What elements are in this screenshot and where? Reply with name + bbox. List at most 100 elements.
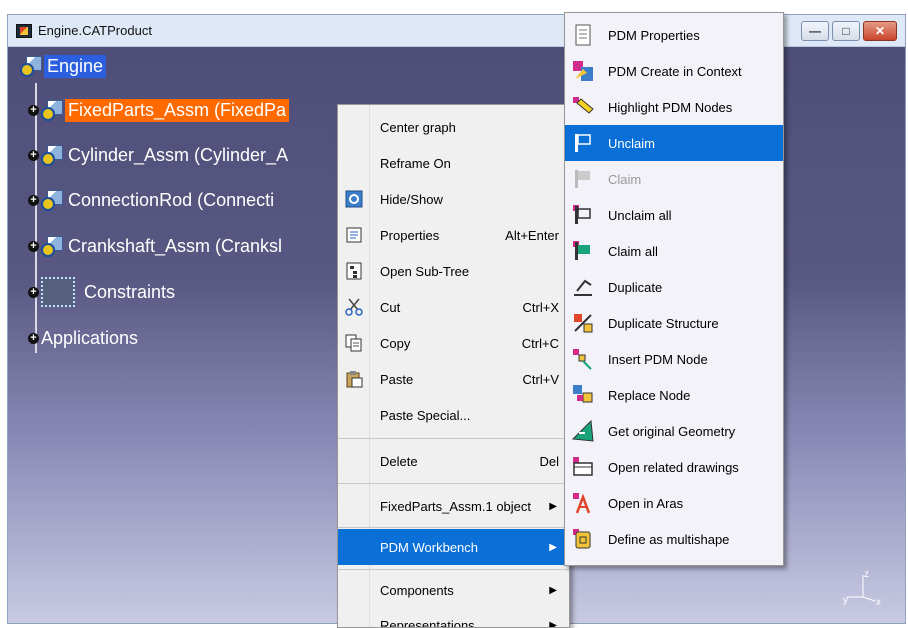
maximize-button[interactable]: □ [832,21,860,41]
tree-node-cylinder[interactable]: + Cylinder_Assm (Cylinder_A [28,142,291,168]
tree-root[interactable]: Engine [20,53,107,79]
submenu-item-label: Claim [608,171,642,187]
menu-item-label: Paste Special... [380,407,471,423]
menu-item-paste[interactable]: Paste Ctrl+V [338,361,569,397]
tree-node-fixedparts[interactable]: + FixedParts_Assm (FixedPa [28,97,290,123]
submenu-item-claim[interactable]: Claim [565,161,783,197]
tree-node-applications[interactable]: + Applications [28,325,141,351]
menu-item-shortcut: Del [539,453,559,469]
submenu-item-label: Insert PDM Node [608,351,708,367]
submenu-item-duplicate[interactable]: Duplicate [565,269,783,305]
tree-node-label[interactable]: FixedParts_Assm (FixedPa [65,98,290,122]
close-button[interactable]: ✕ [863,21,897,41]
menu-item-label: Hide/Show [380,191,443,207]
menu-separator [338,527,569,528]
menu-separator [338,483,569,484]
submenu-item-get-original-geometry[interactable]: Get original Geometry [565,413,783,449]
submenu-item-unclaim-all[interactable]: Unclaim all [565,197,783,233]
tree-node-connectionrod[interactable]: + ConnectionRod (Connecti [28,187,277,213]
geometry-icon [571,419,594,442]
axis-z-label: z [864,569,869,580]
menu-item-delete[interactable]: Delete Del [338,443,569,479]
catia-product-icon [16,23,32,38]
duplicate-structure-icon [574,314,593,333]
submenu-item-label: PDM Properties [608,27,700,43]
menu-item-shortcut: Alt+Enter [505,227,559,243]
menu-separator [338,569,569,570]
submenu-item-unclaim[interactable]: Unclaim [565,125,783,161]
submenu-item-label: Highlight PDM Nodes [608,99,733,115]
submenu-item-label: Define as multishape [608,531,730,547]
tree-node-label[interactable]: Crankshaft_Assm (Cranksl [65,235,285,258]
menu-item-representations[interactable]: Representations ▶ [338,607,569,628]
menu-item-center-graph[interactable]: Center graph [338,109,569,145]
submenu-item-label: Duplicate Structure [608,315,719,331]
highlight-icon [573,97,594,114]
expand-icon[interactable]: + [28,286,39,298]
menu-item-pdm-workbench[interactable]: PDM Workbench ▶ [338,529,569,565]
axis-y-label: y [843,595,848,606]
submenu-item-label: Open related drawings [608,459,739,475]
submenu-item-replace-node[interactable]: Replace Node [565,377,783,413]
submenu-item-define-as-multishape[interactable]: Define as multishape [565,521,783,557]
product-icon [41,100,63,121]
product-icon [41,236,63,257]
menu-item-hide-show[interactable]: Hide/Show [338,181,569,217]
axis-triad: z y x [843,569,881,607]
submenu-arrow-icon: ▶ [549,619,557,628]
menu-separator [338,438,569,439]
menu-item-label: Delete [380,453,418,469]
submenu-item-label: Replace Node [608,387,691,403]
unclaim-icon [575,134,591,152]
menu-item-cut[interactable]: Cut Ctrl+X [338,289,569,325]
submenu-item-label: Duplicate [608,279,663,295]
tree-root-label[interactable]: Engine [44,54,107,78]
menu-item-copy[interactable]: Copy Ctrl+C [338,325,569,361]
menu-item-object[interactable]: FixedParts_Assm.1 object ▶ [338,488,569,524]
multishape-icon [573,529,591,549]
cut-icon [345,298,363,316]
submenu-item-label: Open in Aras [608,495,684,511]
menu-item-reframe-on[interactable]: Reframe On [338,145,569,181]
submenu-item-create-in-context[interactable]: PDM Create in Context [565,53,783,89]
tree-node-label[interactable]: Applications [41,327,141,350]
minimize-button[interactable]: — [801,21,829,41]
menu-item-open-sub-tree[interactable]: Open Sub-Tree [338,253,569,289]
hide-show-icon [345,190,363,208]
submenu-item-label: Get original Geometry [608,423,736,439]
tree-node-constraints[interactable]: + Constraints [28,277,178,307]
menu-item-label: Representations [380,617,475,628]
expand-icon[interactable]: + [28,332,39,344]
paste-icon [346,371,363,388]
submenu-item-insert-pdm-node[interactable]: Insert PDM Node [565,341,783,377]
create-in-context-icon [573,61,593,81]
tree-node-label[interactable]: ConnectionRod (Connecti [65,189,277,212]
menu-item-label: PDM Workbench [380,539,479,555]
menu-item-components[interactable]: Components ▶ [338,572,569,608]
pdm-submenu: PDM Properties PDM Create in Context Hig… [564,12,784,566]
submenu-item-open-in-aras[interactable]: Open in Aras [565,485,783,521]
menu-item-label: Copy [380,335,411,351]
submenu-item-claim-all[interactable]: Claim all [565,233,783,269]
menu-item-shortcut: Ctrl+V [522,371,559,387]
submenu-item-pdm-properties[interactable]: PDM Properties [565,17,783,53]
claim-icon [575,170,590,188]
tree-connector [35,83,37,353]
expand-icon[interactable]: + [28,149,39,161]
submenu-item-highlight-pdm-nodes[interactable]: Highlight PDM Nodes [565,89,783,125]
drawings-icon [573,457,593,476]
tree-node-crankshaft[interactable]: + Crankshaft_Assm (Cranksl [28,233,285,259]
expand-icon[interactable]: + [28,104,39,116]
tree-node-label[interactable]: Constraints [81,281,178,304]
axis-x-label: x [876,597,881,607]
expand-icon[interactable]: + [28,194,39,206]
submenu-item-duplicate-structure[interactable]: Duplicate Structure [565,305,783,341]
submenu-item-open-related-drawings[interactable]: Open related drawings [565,449,783,485]
menu-item-properties[interactable]: Properties Alt+Enter [338,217,569,253]
window-title: Engine.CATProduct [38,23,152,38]
submenu-item-label: Unclaim all [608,207,672,223]
expand-icon[interactable]: + [28,240,39,252]
tree-node-label[interactable]: Cylinder_Assm (Cylinder_A [65,144,291,167]
menu-item-label: Properties [380,227,440,243]
menu-item-paste-special[interactable]: Paste Special... [338,397,569,433]
